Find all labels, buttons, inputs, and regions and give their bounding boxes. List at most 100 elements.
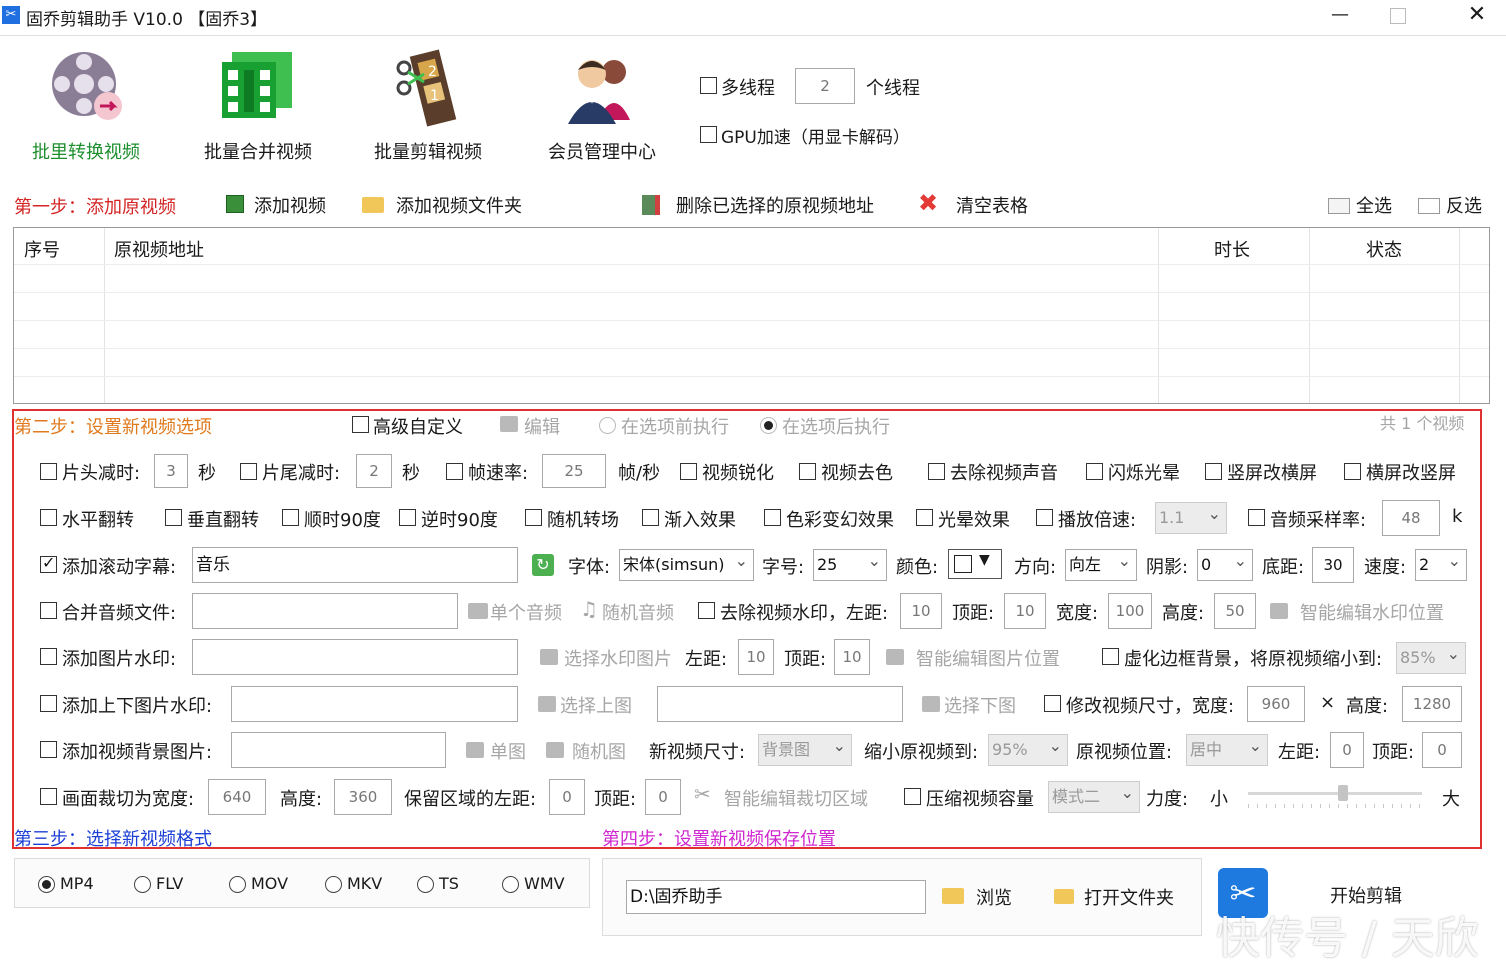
- format-radio-mkv[interactable]: [325, 876, 342, 893]
- head-cut-input[interactable]: 3: [154, 454, 188, 488]
- add-video-button[interactable]: 添加视频: [226, 192, 336, 218]
- cut-videos-button[interactable]: 2 1 批量剪辑视频: [368, 46, 488, 166]
- convert-videos-button[interactable]: 批里转换视频: [26, 46, 146, 166]
- crop-checkbox[interactable]: [40, 788, 57, 805]
- direction-select[interactable]: 向左: [1065, 546, 1137, 581]
- edit-label[interactable]: 编辑: [524, 413, 560, 439]
- subtitle-checkbox[interactable]: [40, 553, 57, 573]
- invert-selection-button[interactable]: 反选: [1418, 192, 1488, 218]
- tail-cut-checkbox[interactable]: [240, 463, 257, 480]
- compress-checkbox[interactable]: [904, 788, 921, 805]
- bottom-image-input[interactable]: [657, 686, 903, 722]
- resize-checkbox[interactable]: [1044, 695, 1061, 712]
- crop-height-input[interactable]: 360: [334, 779, 392, 815]
- merge-audio-checkbox[interactable]: [40, 602, 57, 619]
- wm-left-input[interactable]: 10: [900, 593, 942, 629]
- bg-image-checkbox[interactable]: [40, 741, 57, 758]
- font-size-select[interactable]: 25: [813, 546, 887, 581]
- member-center-button[interactable]: 会员管理中心: [544, 46, 664, 166]
- tail-cut-input[interactable]: 2: [356, 454, 392, 488]
- random-image-button[interactable]: 随机图: [572, 738, 626, 764]
- maximize-button[interactable]: [1390, 8, 1406, 24]
- before-radio[interactable]: [599, 417, 616, 434]
- close-button[interactable]: ✕: [1462, 0, 1492, 32]
- save-path-input[interactable]: D:\固乔助手: [626, 880, 926, 914]
- cw90-checkbox[interactable]: [282, 509, 299, 526]
- h2v-checkbox[interactable]: [1344, 463, 1361, 480]
- decolor-checkbox[interactable]: [799, 463, 816, 480]
- fps-checkbox[interactable]: [446, 463, 463, 480]
- force-slider[interactable]: [1248, 785, 1422, 812]
- position-select[interactable]: 居中: [1186, 731, 1268, 766]
- halo-checkbox[interactable]: [916, 509, 933, 526]
- color-picker[interactable]: ▼: [948, 549, 1002, 579]
- format-radio-wmv[interactable]: [502, 876, 519, 893]
- refresh-icon[interactable]: ↻: [532, 554, 554, 576]
- remove-watermark-checkbox[interactable]: [698, 602, 715, 619]
- image-watermark-input[interactable]: [192, 639, 518, 675]
- smart-crop-button[interactable]: 智能编辑裁切区域: [724, 785, 868, 811]
- blur-bg-checkbox[interactable]: [1102, 648, 1119, 665]
- format-option-mp4[interactable]: MP4: [38, 874, 118, 896]
- sample-rate-checkbox[interactable]: [1248, 509, 1265, 526]
- select-all-button[interactable]: 全选: [1328, 192, 1398, 218]
- random-audio-button[interactable]: 随机音频: [602, 599, 674, 625]
- shadow-select[interactable]: 0: [1197, 546, 1253, 581]
- open-folder-button[interactable]: 打开文件夹: [1054, 884, 1184, 910]
- blur-scale-select[interactable]: 85%: [1396, 639, 1466, 674]
- color-fx-checkbox[interactable]: [764, 509, 781, 526]
- flash-checkbox[interactable]: [1086, 463, 1103, 480]
- top-image-input[interactable]: [231, 686, 518, 722]
- keep-left-input[interactable]: 0: [549, 779, 585, 815]
- tb-watermark-checkbox[interactable]: [40, 695, 57, 712]
- single-image-button[interactable]: 单图: [490, 738, 526, 764]
- subtitle-text-input[interactable]: 音乐: [192, 547, 518, 583]
- format-radio-flv[interactable]: [134, 876, 151, 893]
- sharpen-checkbox[interactable]: [680, 463, 697, 480]
- sample-rate-input[interactable]: 48: [1382, 500, 1440, 536]
- choose-bottom-button[interactable]: 选择下图: [944, 692, 1016, 718]
- choose-watermark-button[interactable]: 选择水印图片: [564, 645, 672, 671]
- choose-top-button[interactable]: 选择上图: [560, 692, 632, 718]
- speed-select[interactable]: 1.1: [1155, 499, 1227, 534]
- format-option-mkv[interactable]: MKV: [325, 874, 405, 896]
- bg-image-input[interactable]: [231, 732, 446, 768]
- thread-count-input[interactable]: 2: [795, 68, 855, 104]
- delete-selected-button[interactable]: 删除已选择的原视频地址: [642, 192, 882, 218]
- v2h-checkbox[interactable]: [1205, 463, 1222, 480]
- video-table[interactable]: 序号 原视频地址 时长 状态: [13, 227, 1490, 404]
- wm-width-input[interactable]: 100: [1108, 593, 1152, 629]
- merge-videos-button[interactable]: 批量合并视频: [198, 46, 318, 166]
- clear-table-button[interactable]: ✖ 清空表格: [918, 189, 1038, 218]
- wm-height-input[interactable]: 50: [1214, 593, 1256, 629]
- col-header-path[interactable]: 原视频地址: [114, 236, 204, 262]
- random-trans-checkbox[interactable]: [525, 509, 542, 526]
- bg-left-input[interactable]: 0: [1330, 732, 1364, 768]
- head-cut-checkbox[interactable]: [40, 463, 57, 480]
- mute-checkbox[interactable]: [928, 463, 945, 480]
- resize-height-input[interactable]: 1280: [1402, 686, 1462, 722]
- vflip-checkbox[interactable]: [165, 509, 182, 526]
- crop-width-input[interactable]: 640: [208, 779, 266, 815]
- col-header-duration[interactable]: 时长: [1214, 236, 1250, 262]
- speed-checkbox[interactable]: [1036, 509, 1053, 526]
- minimize-button[interactable]: —: [1320, 0, 1360, 32]
- resize-width-input[interactable]: 960: [1247, 686, 1305, 722]
- multithread-checkbox[interactable]: [700, 77, 717, 94]
- gpu-checkbox[interactable]: [700, 126, 717, 143]
- slider-thumb[interactable]: [1338, 785, 1348, 801]
- compress-mode-select[interactable]: 模式二: [1048, 778, 1140, 813]
- img-left-input[interactable]: 10: [738, 639, 774, 675]
- format-option-wmv[interactable]: WMV: [502, 874, 582, 896]
- ccw90-checkbox[interactable]: [399, 509, 416, 526]
- smart-image-button[interactable]: 智能编辑图片位置: [916, 645, 1060, 671]
- add-folder-button[interactable]: 添加视频文件夹: [362, 192, 532, 218]
- col-header-status[interactable]: 状态: [1366, 236, 1402, 262]
- format-radio-ts[interactable]: [417, 876, 434, 893]
- fade-in-checkbox[interactable]: [642, 509, 659, 526]
- shrink-select[interactable]: 95%: [988, 731, 1068, 766]
- keep-top-input[interactable]: 0: [645, 779, 681, 815]
- new-size-select[interactable]: 背景图: [758, 731, 852, 766]
- format-radio-mp4[interactable]: [38, 876, 55, 893]
- single-audio-button[interactable]: 单个音频: [490, 599, 562, 625]
